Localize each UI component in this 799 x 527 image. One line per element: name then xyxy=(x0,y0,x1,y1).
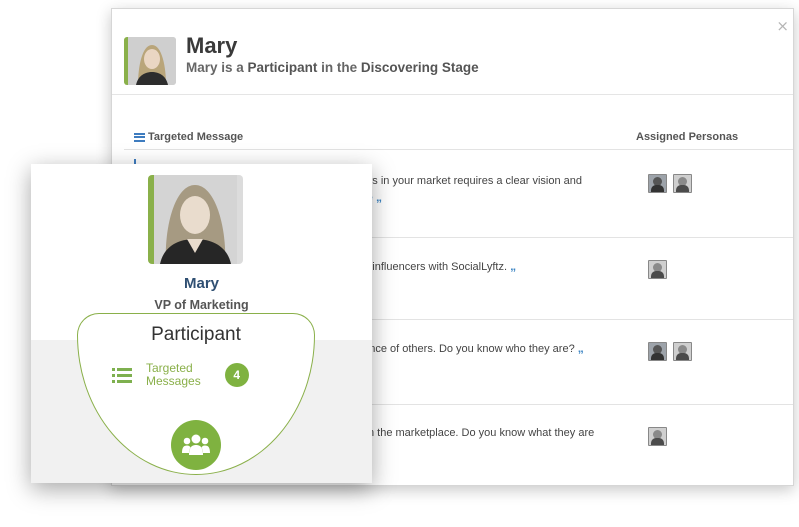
persona-avatar[interactable] xyxy=(648,260,667,279)
subtitle-prefix: Mary is a xyxy=(186,60,248,75)
message-line: uence of others. Do you know who they ar… xyxy=(357,343,575,355)
persona-avatar[interactable] xyxy=(648,342,667,361)
table-header-rule xyxy=(124,149,793,150)
quote-icon: „ xyxy=(375,190,382,204)
targeted-messages-count: 4 xyxy=(224,363,249,387)
quote-icon: „ xyxy=(510,259,517,273)
persona-name: Mary xyxy=(183,275,220,292)
targeted-messages-label: Targeted Messages xyxy=(146,362,201,388)
subtitle-stage-word: Participant xyxy=(247,60,318,75)
group-button[interactable] xyxy=(171,420,221,470)
subtitle-stage-name: Discovering Stage xyxy=(360,60,479,75)
list-icon xyxy=(112,367,132,383)
message-line: s in the marketplace. Do you know what t… xyxy=(357,427,595,439)
column-header-personas: Assigned Personas xyxy=(636,131,739,143)
assigned-personas xyxy=(648,260,667,279)
message-text: uence of others. Do you know who they ar… xyxy=(357,340,627,357)
message-text: nd influencers with SocialLyftz. „ xyxy=(357,258,627,275)
avatar xyxy=(124,37,176,85)
page-title: Mary xyxy=(186,33,238,58)
stage-title: Participant xyxy=(151,324,241,345)
avatar-photo xyxy=(154,175,237,264)
header-divider xyxy=(112,94,793,95)
message-text: cers in your market requires a clear vis… xyxy=(357,173,627,206)
column-header-message: Targeted Message xyxy=(134,131,243,143)
persona-role: VP of Marketing xyxy=(154,298,249,312)
message-line: nd influencers with SocialLyftz. xyxy=(357,261,507,273)
column-header-message-label: Targeted Message xyxy=(148,131,244,143)
persona-avatar[interactable] xyxy=(648,427,667,446)
persona-card: Mary VP of Marketing Participant Targete… xyxy=(31,164,372,483)
quote-icon: „ xyxy=(577,341,584,355)
avatar xyxy=(148,175,243,264)
targeted-messages-link[interactable]: Targeted Messages 4 xyxy=(112,362,249,388)
group-icon xyxy=(182,434,210,455)
persona-avatar[interactable] xyxy=(673,342,692,361)
close-icon[interactable]: × xyxy=(776,17,789,35)
page-subtitle: Mary is a Participant in the Discovering… xyxy=(186,60,479,75)
list-icon xyxy=(134,132,145,142)
assigned-personas xyxy=(648,342,692,361)
avatar-photo xyxy=(128,37,176,85)
message-text: s in the marketplace. Do you know what t… xyxy=(357,425,627,441)
assigned-personas xyxy=(648,174,692,193)
persona-avatar[interactable] xyxy=(673,174,692,193)
subtitle-mid: in the xyxy=(317,60,361,75)
message-line: cers in your market requires a clear vis… xyxy=(357,175,582,187)
persona-avatar[interactable] xyxy=(648,174,667,193)
assigned-personas xyxy=(648,427,667,446)
targeted-label-line2: Messages xyxy=(146,374,201,388)
